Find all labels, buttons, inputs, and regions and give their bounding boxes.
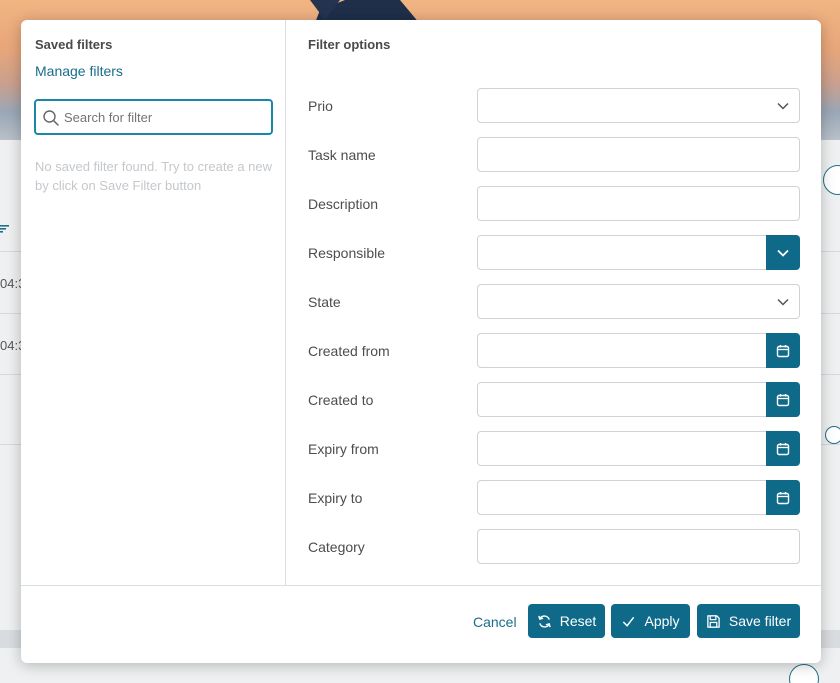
category-input[interactable] <box>477 529 800 564</box>
saved-filters-title: Saved filters <box>35 37 113 52</box>
created-from-input[interactable] <box>477 333 800 368</box>
expiry-from-label: Expiry from <box>308 441 379 457</box>
responsible-dropdown-button[interactable] <box>766 235 800 270</box>
expiry-to-calendar-button[interactable] <box>766 480 800 515</box>
cancel-button[interactable]: Cancel <box>473 614 517 630</box>
expiry-to-label: Expiry to <box>308 490 363 506</box>
prio-select[interactable] <box>477 88 800 123</box>
created-from-label: Created from <box>308 343 390 359</box>
prio-label: Prio <box>308 98 333 114</box>
save-filter-button[interactable]: Save filter <box>697 604 800 638</box>
responsible-label: Responsible <box>308 245 386 261</box>
filter-modal: Saved filters Manage filters No saved fi… <box>21 20 821 663</box>
created-to-label: Created to <box>308 392 374 408</box>
description-label: Description <box>308 196 379 212</box>
saved-filters-panel: Saved filters Manage filters No saved fi… <box>21 20 286 585</box>
created-to-calendar-button[interactable] <box>766 382 800 417</box>
expiry-from-calendar-button[interactable] <box>766 431 800 466</box>
apply-button-label: Apply <box>644 613 680 629</box>
calendar-icon <box>776 442 790 455</box>
category-label: Category <box>308 539 365 555</box>
apply-button[interactable]: Apply <box>611 604 690 638</box>
sort-icon <box>0 225 9 233</box>
state-label: State <box>308 294 341 310</box>
responsible-select[interactable] <box>477 235 800 270</box>
expiry-from-input[interactable] <box>477 431 800 466</box>
check-icon <box>623 616 635 627</box>
calendar-icon <box>776 393 790 406</box>
filter-options-panel: Filter options Prio Task name Descriptio… <box>287 20 821 585</box>
task-name-label: Task name <box>308 147 376 163</box>
filter-options-title: Filter options <box>308 37 391 52</box>
filter-search-input[interactable] <box>64 107 264 127</box>
state-select[interactable] <box>477 284 800 319</box>
expiry-to-input[interactable] <box>477 480 800 515</box>
reset-button-label: Reset <box>559 613 597 629</box>
reset-button[interactable]: Reset <box>528 604 605 638</box>
chevron-down-icon <box>777 249 789 257</box>
save-icon <box>707 614 720 628</box>
no-saved-filter-message: No saved filter found. Try to create a n… <box>35 159 273 193</box>
chevron-down-icon <box>777 298 789 306</box>
chevron-down-icon <box>777 102 789 110</box>
calendar-icon <box>776 344 790 357</box>
save-filter-button-label: Save filter <box>728 613 792 629</box>
task-name-input[interactable] <box>477 137 800 172</box>
info-icon[interactable] <box>825 426 840 444</box>
created-to-input[interactable] <box>477 382 800 417</box>
description-input[interactable] <box>477 186 800 221</box>
calendar-icon <box>776 491 790 504</box>
search-icon <box>43 110 59 126</box>
created-from-calendar-button[interactable] <box>766 333 800 368</box>
filter-search-box[interactable] <box>34 99 273 135</box>
manage-filters-link[interactable]: Manage filters <box>35 63 123 79</box>
refresh-icon <box>537 614 551 628</box>
